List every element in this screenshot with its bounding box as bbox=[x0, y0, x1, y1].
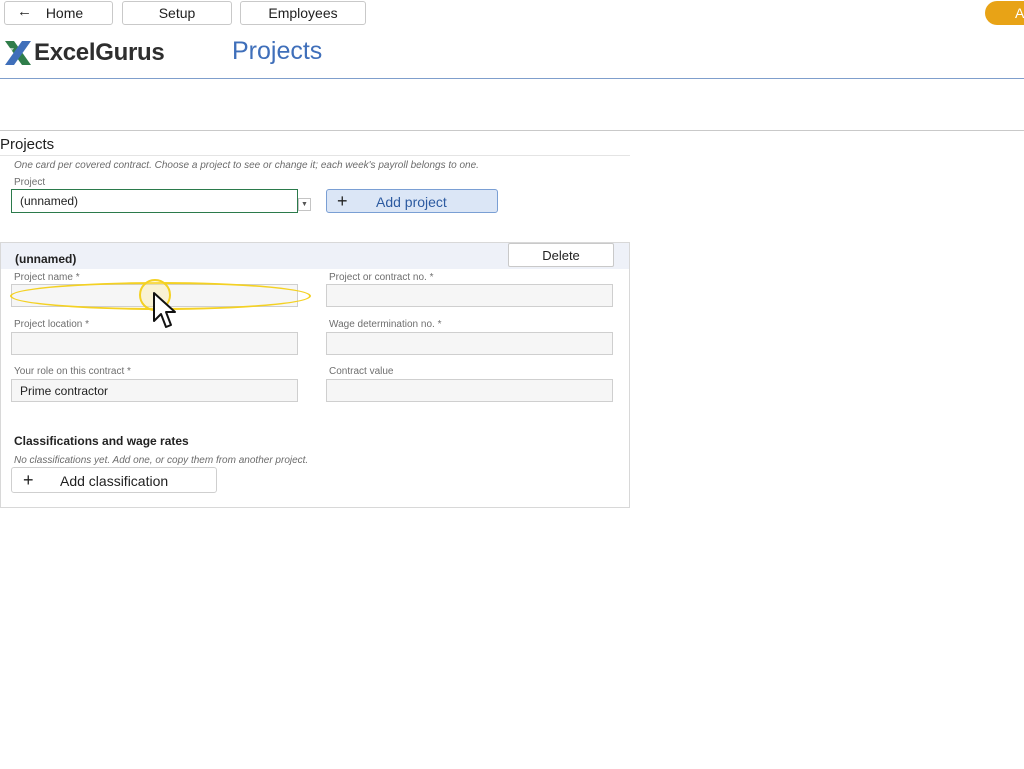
logo-text: ExcelGurus bbox=[34, 39, 165, 66]
project-select-label: Project bbox=[14, 177, 46, 188]
contract-value-field[interactable] bbox=[326, 379, 613, 402]
project-card-name: (unnamed) bbox=[15, 252, 77, 266]
account-pill-label: A bbox=[1015, 5, 1024, 21]
project-select-value: (unnamed) bbox=[20, 194, 79, 208]
add-classification-button[interactable]: + Add classification bbox=[11, 467, 217, 493]
project-location-label: Project location * bbox=[14, 319, 90, 330]
page-title: Projects bbox=[232, 37, 323, 65]
project-location-field[interactable] bbox=[11, 332, 298, 355]
excelgurus-logo: ExcelGurus bbox=[4, 39, 165, 67]
add-classification-label: Add classification bbox=[60, 473, 169, 489]
setup-button-label: Setup bbox=[158, 5, 196, 21]
project-name-label: Project name * bbox=[14, 272, 80, 283]
back-arrow-icon: ← bbox=[17, 3, 32, 20]
delete-button[interactable]: Delete bbox=[508, 243, 614, 267]
plus-icon: + bbox=[337, 191, 348, 211]
classifications-title: Classifications and wage rates bbox=[14, 434, 189, 448]
employees-button-label: Employees bbox=[268, 5, 338, 21]
setup-button[interactable]: Setup bbox=[122, 1, 232, 25]
wage-determination-label: Wage determination no. * bbox=[329, 319, 442, 330]
section-title: Projects bbox=[0, 136, 55, 153]
section-divider bbox=[0, 130, 1024, 131]
role-value: Prime contractor bbox=[20, 383, 109, 398]
add-project-label: Add project bbox=[376, 194, 447, 210]
classifications-hint: No classifications yet. Add one, or copy… bbox=[14, 455, 309, 466]
delete-button-label: Delete bbox=[542, 247, 580, 263]
employees-button[interactable]: Employees bbox=[240, 1, 366, 25]
header-divider bbox=[0, 78, 1024, 79]
home-button[interactable]: ← Home bbox=[4, 1, 113, 25]
chevron-down-icon[interactable]: ▼ bbox=[298, 198, 311, 211]
home-button-label: Home bbox=[45, 5, 84, 21]
project-card-header: (unnamed) Delete bbox=[1, 243, 629, 269]
add-project-button[interactable]: + Add project bbox=[326, 189, 498, 213]
role-label: Your role on this contract * bbox=[14, 366, 131, 377]
section-title-rule bbox=[0, 155, 630, 156]
logo-x-icon bbox=[5, 41, 31, 65]
account-pill-button[interactable]: A bbox=[985, 1, 1024, 25]
arrow-cursor-icon bbox=[153, 292, 176, 328]
role-field[interactable]: Prime contractor bbox=[11, 379, 298, 402]
project-select[interactable]: (unnamed) bbox=[11, 189, 298, 213]
contract-no-field[interactable] bbox=[326, 284, 613, 307]
wage-determination-field[interactable] bbox=[326, 332, 613, 355]
contract-no-label: Project or contract no. * bbox=[329, 272, 434, 283]
contract-value-label: Contract value bbox=[329, 366, 394, 377]
plus-icon: + bbox=[23, 470, 34, 490]
section-hint: One card per covered contract. Choose a … bbox=[14, 160, 479, 171]
